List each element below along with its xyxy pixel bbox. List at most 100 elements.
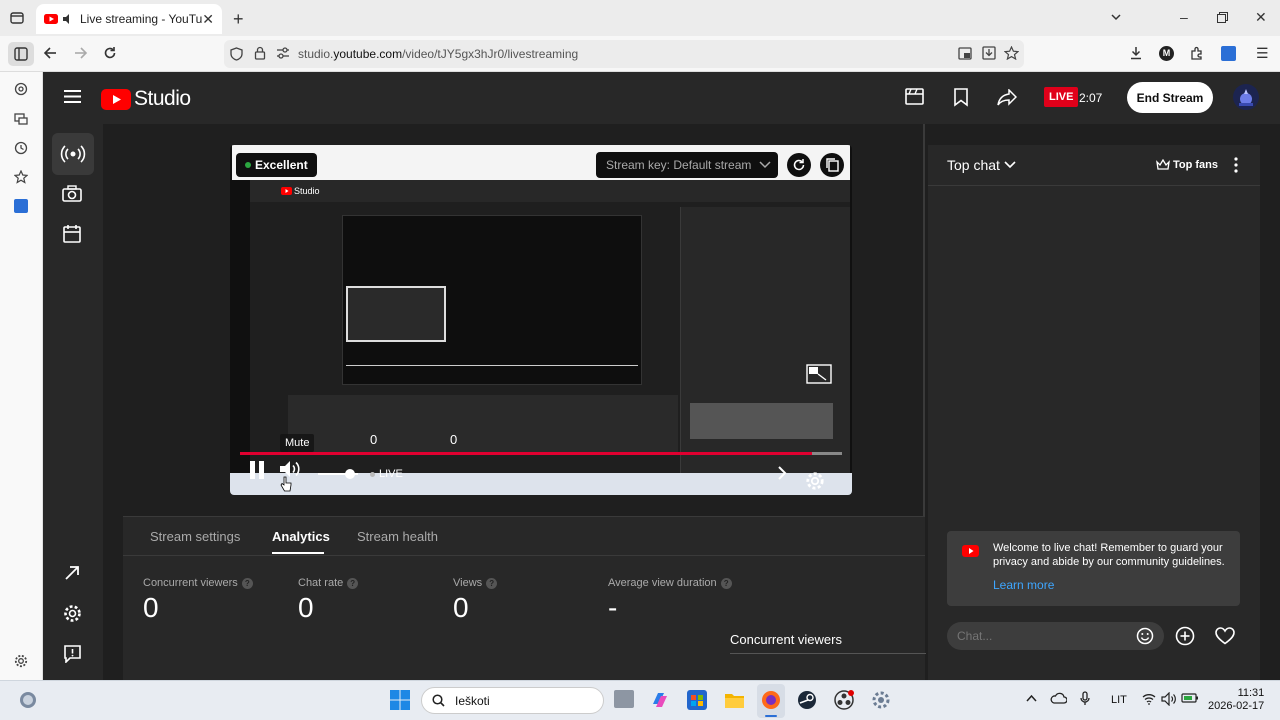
sidebar-toggle-icon[interactable] [8, 42, 34, 66]
live-progress-bar[interactable] [240, 452, 812, 455]
minimize-icon[interactable]: – [1180, 9, 1188, 25]
chevron-right-icon[interactable] [776, 465, 788, 481]
volume-slider-handle[interactable] [345, 469, 355, 479]
tray-chevron-up-icon[interactable] [1026, 694, 1037, 702]
share-icon[interactable] [997, 89, 1017, 106]
stat-chat-rate-label: Chat rate? [298, 577, 359, 589]
open-external-icon[interactable] [64, 565, 80, 581]
tab-stream-health[interactable]: Stream health [357, 529, 438, 544]
copy-stream-key-button[interactable] [820, 153, 844, 177]
site-permissions-icon[interactable] [276, 47, 290, 59]
youtube-logo-icon [101, 88, 131, 110]
popout-player-icon[interactable] [806, 364, 832, 384]
taskbar-search[interactable]: Ieškoti [421, 687, 604, 714]
close-window-icon[interactable]: ✕ [1255, 9, 1267, 26]
tab-stream-settings[interactable]: Stream settings [150, 529, 240, 544]
steam-icon[interactable] [797, 690, 817, 710]
preview-mirror-welcome [690, 403, 833, 439]
bookmarks-icon[interactable] [14, 170, 28, 184]
stream-key-select[interactable]: Stream key: Default stream [596, 152, 778, 178]
nav-stream-item[interactable] [52, 133, 94, 175]
picture-in-picture-icon[interactable] [958, 47, 972, 60]
refresh-stream-key-button[interactable] [787, 153, 811, 177]
wifi-icon[interactable] [1142, 693, 1156, 705]
onedrive-icon[interactable] [1050, 692, 1067, 704]
end-stream-button[interactable]: End Stream [1127, 82, 1213, 113]
speaker-icon[interactable] [62, 13, 74, 25]
youtube-icon [962, 545, 979, 557]
customize-sidebar-icon[interactable] [14, 654, 28, 668]
forward-icon[interactable] [74, 46, 88, 60]
add-icon[interactable] [1175, 626, 1195, 646]
back-icon[interactable] [43, 46, 57, 60]
bookmark-icon[interactable] [953, 88, 969, 107]
synced-tabs-icon[interactable] [14, 112, 28, 126]
extension-blue-icon[interactable] [1221, 46, 1236, 61]
learn-more-link[interactable]: Learn more [993, 578, 1054, 592]
help-icon[interactable]: ? [486, 577, 498, 589]
mute-tooltip: Mute [280, 434, 315, 452]
calendar-icon[interactable] [63, 224, 81, 243]
battery-icon[interactable] [1181, 692, 1199, 704]
help-icon[interactable]: ? [241, 577, 253, 589]
player-settings-button[interactable] [805, 471, 825, 491]
profile-m-icon[interactable]: M [1159, 46, 1174, 61]
more-options-icon[interactable] [1234, 157, 1238, 173]
install-app-icon[interactable] [982, 46, 996, 60]
ai-chatbot-icon[interactable] [14, 82, 28, 96]
pause-button[interactable] [249, 460, 265, 480]
youtube-favicon-icon [44, 14, 58, 24]
copilot-icon[interactable] [650, 690, 670, 710]
preview-mirror-seekbar [346, 365, 638, 366]
weather-icon[interactable] [18, 690, 38, 710]
preview-mirror-stat: 0 [450, 432, 458, 447]
taskbar-clock[interactable]: 11:31 2026-02-17 [1208, 687, 1264, 713]
help-icon[interactable]: ? [720, 577, 732, 589]
chat-mode-select[interactable]: Top chat [947, 157, 1016, 173]
chevron-down-icon [1004, 161, 1016, 169]
stat-concurrent-viewers-value: 0 [143, 592, 159, 623]
tab-list-icon[interactable] [9, 10, 25, 26]
extension-sidebar-icon[interactable] [14, 199, 28, 213]
metric-dropdown[interactable]: Concurrent viewers [730, 632, 926, 654]
settings-app-icon[interactable] [871, 690, 891, 710]
windows-start-icon[interactable] [390, 690, 410, 710]
hamburger-menu-icon[interactable] [64, 89, 81, 104]
camera-icon[interactable] [62, 185, 82, 202]
top-fans-button[interactable]: Top fans [1156, 155, 1218, 175]
avatar[interactable] [1233, 84, 1259, 110]
emoji-icon[interactable] [1136, 627, 1154, 645]
app-menu-icon[interactable]: ☰ [1256, 45, 1269, 62]
speaker-volume-icon[interactable] [1161, 692, 1177, 706]
keyboard-language[interactable]: LIT [1111, 694, 1127, 706]
live-indicator[interactable]: LIVE [370, 468, 403, 480]
help-icon[interactable]: ? [347, 577, 359, 589]
shield-icon[interactable] [230, 47, 243, 61]
heart-icon[interactable] [1215, 627, 1235, 645]
extensions-icon[interactable] [1190, 46, 1204, 60]
clapperboard-icon[interactable] [905, 88, 924, 105]
tab-analytics[interactable]: Analytics [272, 529, 330, 544]
new-tab-icon[interactable]: + [233, 9, 244, 30]
studio-logo[interactable]: Studio [101, 87, 191, 111]
chat-input[interactable] [947, 622, 1132, 650]
file-explorer-icon[interactable] [724, 691, 745, 709]
history-icon[interactable] [14, 141, 28, 155]
quality-label: Excellent [255, 158, 308, 172]
task-view-icon[interactable] [614, 690, 634, 708]
tab-dropdown-icon[interactable] [1110, 11, 1122, 23]
feedback-icon[interactable] [63, 645, 82, 663]
obs-icon[interactable] [834, 690, 856, 710]
stream-preview[interactable]: Studio 0 0 [230, 145, 852, 495]
store-icon[interactable] [687, 690, 707, 710]
downloads-icon[interactable] [1129, 46, 1143, 60]
reload-icon[interactable] [103, 46, 117, 60]
settings-gear-icon[interactable] [63, 604, 82, 623]
bookmark-star-icon[interactable] [1004, 46, 1019, 60]
restore-icon[interactable] [1217, 12, 1228, 23]
microphone-icon[interactable] [1080, 691, 1090, 707]
lock-icon[interactable] [254, 46, 266, 60]
firefox-taskbar-item[interactable] [757, 684, 785, 718]
tab-live-streaming[interactable]: Live streaming - YouTube S ✕ [36, 4, 222, 34]
tab-close-icon[interactable]: ✕ [202, 11, 214, 28]
